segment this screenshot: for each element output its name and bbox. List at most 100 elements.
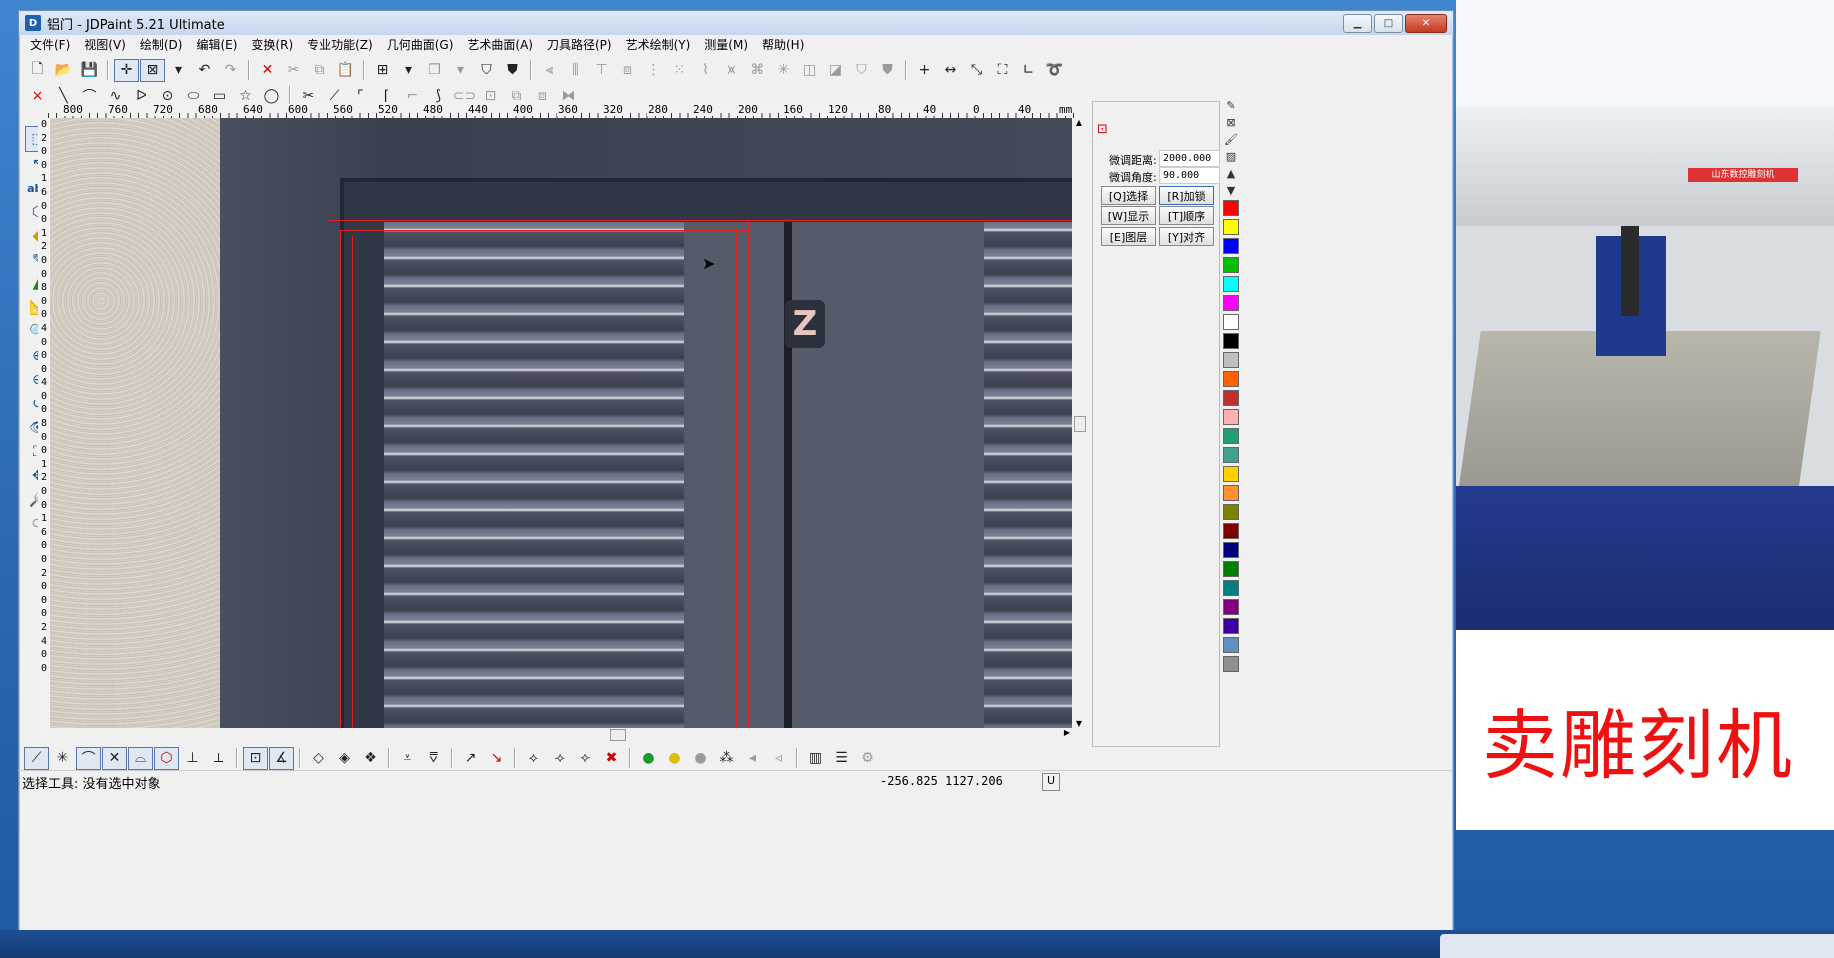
chevron-down-icon[interactable]: ▾ bbox=[166, 59, 191, 82]
minimize-icon[interactable]: ▁ bbox=[1343, 14, 1372, 33]
snap-intersect-icon[interactable]: ✕ bbox=[102, 746, 127, 770]
nudge-distance-field[interactable]: 2000.000 bbox=[1159, 150, 1220, 167]
point-icon[interactable]: × bbox=[25, 85, 50, 108]
light-gray-icon[interactable]: ● bbox=[688, 747, 713, 770]
menu-view[interactable]: 视图(V) bbox=[77, 35, 133, 55]
path-delete-icon[interactable]: ✖ bbox=[599, 747, 624, 770]
title-bar[interactable]: D 铝门 - JDPaint 5.21 Ultimate ▁ □ ✕ bbox=[19, 11, 1453, 35]
settings-icon[interactable]: ⚙ bbox=[855, 747, 880, 770]
layer-button[interactable]: [E]图层 bbox=[1101, 227, 1156, 246]
open-file-icon[interactable]: 📂 bbox=[51, 59, 76, 82]
color-swatch[interactable] bbox=[1223, 466, 1239, 482]
scale-icon[interactable]: ⤡ bbox=[964, 59, 989, 82]
pencil-icon[interactable]: ✎ bbox=[1224, 98, 1238, 112]
scroll-down-arrow-icon[interactable]: ▼ bbox=[1072, 719, 1086, 728]
color-swatch[interactable] bbox=[1223, 200, 1239, 216]
lasso-icon[interactable]: ➰ bbox=[1042, 59, 1067, 82]
drawing-canvas[interactable]: Z ➤ bbox=[50, 118, 1072, 728]
color-swatch[interactable] bbox=[1223, 485, 1239, 501]
node-add-icon[interactable]: ↗ bbox=[458, 747, 483, 770]
color-swatch[interactable] bbox=[1223, 656, 1239, 672]
unit-badge[interactable]: U bbox=[1042, 773, 1060, 791]
explode-icon[interactable]: ✳ bbox=[771, 59, 796, 82]
view-top-icon[interactable]: ◇ bbox=[306, 747, 331, 770]
menu-draw[interactable]: 绘制(D) bbox=[133, 35, 190, 55]
snap-endpoint-icon[interactable]: ✳ bbox=[50, 747, 75, 770]
snap-line-icon[interactable]: ⟋ bbox=[24, 746, 49, 770]
color-swatch[interactable] bbox=[1223, 542, 1239, 558]
shield-half-icon[interactable]: ⛉ bbox=[849, 59, 874, 82]
menu-help[interactable]: 帮助(H) bbox=[755, 35, 811, 55]
array-icon[interactable]: ⧈ bbox=[615, 59, 640, 82]
layers-icon[interactable]: ❐ bbox=[422, 59, 447, 82]
color-swatch[interactable] bbox=[1223, 523, 1239, 539]
list-icon[interactable]: ☰ bbox=[829, 747, 854, 770]
light-yellow-icon[interactable]: ● bbox=[662, 747, 687, 770]
color-swatch[interactable] bbox=[1223, 580, 1239, 596]
align-top-icon[interactable]: ⊤ bbox=[589, 59, 614, 82]
save-icon[interactable]: 💾 bbox=[77, 59, 102, 82]
color-swatch[interactable] bbox=[1223, 352, 1239, 368]
color-swatch[interactable] bbox=[1223, 447, 1239, 463]
paste-icon[interactable]: 📋 bbox=[333, 59, 358, 82]
color-swatch[interactable] bbox=[1223, 333, 1239, 349]
view-iso-icon[interactable]: ❖ bbox=[358, 747, 383, 770]
vertical-scrollbar[interactable]: ▲ ▼ bbox=[1072, 118, 1086, 728]
material-icon[interactable]: ▥ bbox=[803, 747, 828, 770]
light-b-icon[interactable]: ◃ bbox=[766, 747, 791, 770]
color-swatch[interactable] bbox=[1223, 428, 1239, 444]
plus-icon[interactable]: + bbox=[912, 59, 937, 82]
offset-icon[interactable]: ⌘ bbox=[745, 59, 770, 82]
boolean-diff-icon[interactable]: ◪ bbox=[823, 59, 848, 82]
scroll-up-arrow-icon[interactable]: ▲ bbox=[1072, 118, 1086, 127]
shield-dark-icon[interactable]: ⛊ bbox=[875, 59, 900, 82]
distribute-icon[interactable]: ⋮ bbox=[641, 59, 666, 82]
color-swatch[interactable] bbox=[1223, 504, 1239, 520]
menu-edit[interactable]: 编辑(E) bbox=[189, 35, 244, 55]
horizontal-scrollbar[interactable]: ▶ bbox=[50, 728, 1072, 742]
frame-icon[interactable]: ⛶ bbox=[990, 59, 1015, 82]
crosshair-icon[interactable]: ✛ bbox=[114, 58, 139, 82]
color-swatch[interactable] bbox=[1223, 599, 1239, 615]
node-delete-icon[interactable]: ↘ bbox=[484, 747, 509, 770]
bridge-icon[interactable]: ⩙ bbox=[719, 59, 744, 82]
player-controls[interactable] bbox=[1440, 934, 1834, 958]
path-a-icon[interactable]: ⟡ bbox=[521, 747, 546, 770]
shield-outline-icon[interactable]: ⛉ bbox=[474, 59, 499, 82]
color-swatch[interactable] bbox=[1223, 561, 1239, 577]
new-file-icon[interactable]: 🗋 bbox=[25, 59, 50, 82]
align-left-icon[interactable]: ⫷ bbox=[537, 59, 562, 82]
color-swatch[interactable] bbox=[1223, 409, 1239, 425]
snap-angle-icon[interactable]: ∡ bbox=[269, 746, 294, 770]
menu-geo-surface[interactable]: 几何曲面(G) bbox=[380, 35, 461, 55]
color-swatch[interactable] bbox=[1223, 314, 1239, 330]
show-button[interactable]: [W]显示 bbox=[1101, 206, 1156, 225]
color-swatch[interactable] bbox=[1223, 637, 1239, 653]
color-swatch[interactable] bbox=[1223, 371, 1239, 387]
angle-icon[interactable]: ∟ bbox=[1016, 59, 1041, 82]
color-swatch[interactable] bbox=[1223, 219, 1239, 235]
path-c-icon[interactable]: ⟣ bbox=[573, 747, 598, 770]
node-edit-icon[interactable]: ⌇ bbox=[693, 59, 718, 82]
maximize-icon[interactable]: □ bbox=[1374, 14, 1403, 33]
menu-transform[interactable]: 变换(R) bbox=[244, 35, 300, 55]
scroll-thumb[interactable] bbox=[1074, 416, 1086, 432]
color-swatch[interactable] bbox=[1223, 276, 1239, 292]
cut-icon[interactable]: ✂ bbox=[281, 59, 306, 82]
no-color-icon[interactable]: ⊠ bbox=[1224, 115, 1238, 129]
snap-nearest-icon[interactable]: ⟂ bbox=[206, 747, 231, 770]
scroll-right-arrow-icon[interactable]: ▶ bbox=[1064, 728, 1070, 737]
align-center-icon[interactable]: ⫼ bbox=[563, 59, 588, 82]
boolean-union-icon[interactable]: ◫ bbox=[797, 59, 822, 82]
snap-tangent-icon[interactable]: ⌓ bbox=[128, 746, 153, 770]
matrix-icon[interactable]: ⁙ bbox=[667, 59, 692, 82]
light-green-icon[interactable]: ● bbox=[636, 747, 661, 770]
menu-toolpath[interactable]: 刀具路径(P) bbox=[540, 35, 619, 55]
sculpt-b-icon[interactable]: ⩢ bbox=[421, 747, 446, 770]
menu-file[interactable]: 文件(F) bbox=[23, 35, 77, 55]
palette-down-icon[interactable]: ▼ bbox=[1224, 183, 1238, 197]
dimension-icon[interactable]: ↔ bbox=[938, 59, 963, 82]
menu-measure[interactable]: 测量(M) bbox=[697, 35, 755, 55]
shield-filled-icon[interactable]: ⛊ bbox=[500, 59, 525, 82]
chevron-down-icon[interactable]: ▾ bbox=[448, 59, 473, 82]
